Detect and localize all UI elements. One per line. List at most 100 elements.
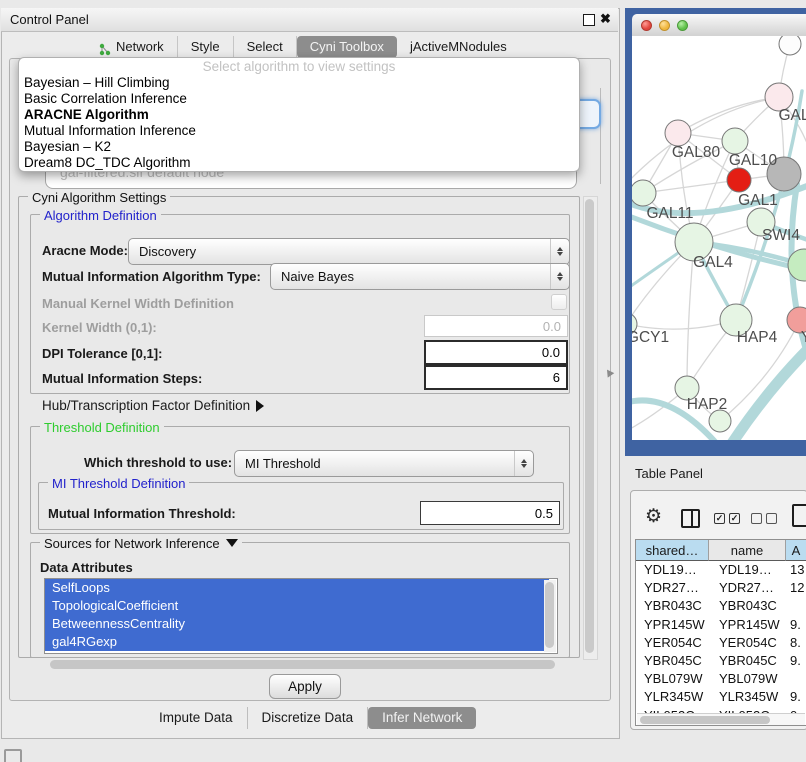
table-cell: YBR043C xyxy=(636,597,717,615)
manual-kernel-width-label: Manual Kernel Width Definition xyxy=(42,296,234,311)
table-cell: 9. xyxy=(786,616,806,634)
attribute-item-topologicalcoefficient[interactable]: TopologicalCoefficient xyxy=(45,597,549,615)
apply-button[interactable]: Apply xyxy=(269,674,341,699)
network-edge xyxy=(678,97,779,133)
table-row[interactable]: YER054CYER054C8. xyxy=(636,634,806,652)
node-label-hap2: HAP2 xyxy=(687,396,728,413)
aracne-mode-label: Aracne Mode: xyxy=(42,243,128,258)
attribute-item-gal4rgexp[interactable]: gal4RGexp xyxy=(45,633,549,651)
panel-grip-icon[interactable] xyxy=(4,749,22,762)
network-node-gal80[interactable] xyxy=(665,120,691,146)
zoom-window-icon[interactable] xyxy=(677,20,688,31)
mi-steps-label: Mutual Information Steps: xyxy=(42,371,202,386)
table-row[interactable]: YBL079WYBL079W xyxy=(636,670,806,688)
table-cell: 12 xyxy=(786,579,806,597)
algorithm-option-aracne-algorithm[interactable]: ARACNE Algorithm xyxy=(20,107,580,123)
table-settings-gear-icon[interactable]: ⚙ xyxy=(645,505,662,528)
mi-threshold-label: Mutual Information Threshold: xyxy=(48,506,236,521)
node-label-y: Y xyxy=(801,329,806,346)
which-threshold-combo[interactable]: MI Threshold xyxy=(234,450,534,477)
tab-style[interactable]: Style xyxy=(178,36,234,58)
table-cell: YLR345W xyxy=(709,688,796,706)
cyni-bottom-tabs: Impute DataDiscretize DataInfer Network xyxy=(145,707,476,729)
network-edge xyxy=(632,97,779,186)
algorithm-option-bayesian-k2[interactable]: Bayesian – K2 xyxy=(20,139,580,155)
column-header-name[interactable]: name xyxy=(709,540,786,561)
node-label-gal: GAL xyxy=(778,107,806,124)
network-icon xyxy=(99,41,111,54)
aracne-mode-combo[interactable]: Discovery xyxy=(128,238,570,265)
algorithm-dropdown-popup: Select algorithm to view settings Bayesi… xyxy=(18,57,580,172)
which-threshold-value: MI Threshold xyxy=(235,456,514,471)
control-panel-tabs: Network Style Select Cyni ToolboxjActiveMNo… xyxy=(86,36,520,58)
mi-threshold-field[interactable] xyxy=(420,501,560,525)
mi-threshold-group-title: MI Threshold Definition xyxy=(48,476,189,491)
bottom-tab-discretize-data[interactable]: Discretize Data xyxy=(248,707,369,729)
sources-group-title[interactable]: Sources for Network Inference xyxy=(40,536,242,551)
mi-algorithm-type-combo[interactable]: Naive Bayes xyxy=(270,263,570,290)
tab-jactivemnodules[interactable]: jActiveMNodules xyxy=(397,36,520,58)
split-panel-icon[interactable] xyxy=(681,509,700,528)
tab-select[interactable]: Select xyxy=(234,36,297,58)
float-window-icon[interactable] xyxy=(583,14,595,26)
algorithm-option-bayesian-hill-climbing[interactable]: Bayesian – Hill Climbing xyxy=(20,75,580,91)
mi-algorithm-type-label: Mutual Information Algorithm Type: xyxy=(42,269,261,284)
combo-stepper-icon xyxy=(514,451,533,476)
table-cell: YDL19… xyxy=(709,561,796,579)
table-row[interactable]: YDR27…YDR27…12 xyxy=(636,579,806,597)
threshold-definition-title: Threshold Definition xyxy=(40,420,164,435)
table-horizontal-scrollbar[interactable] xyxy=(637,713,805,725)
attribute-item-selfloops[interactable]: SelfLoops xyxy=(45,579,549,597)
attribute-item-betweennesscentrality[interactable]: BetweennessCentrality xyxy=(45,615,549,633)
node-table: shared…nameA YDL19…YDL19…13YDR27…YDR27…1… xyxy=(635,539,806,726)
minimize-window-icon[interactable] xyxy=(659,20,670,31)
network-node[interactable] xyxy=(779,36,801,55)
mi-steps-field[interactable] xyxy=(424,365,568,390)
node-label-swi4: SWI4 xyxy=(762,227,800,244)
bottom-tab-infer-network[interactable]: Infer Network xyxy=(368,707,476,729)
tab-cyni-toolbox[interactable]: Cyni Toolbox xyxy=(297,36,397,58)
table-row[interactable]: YPR145WYPR145W9. xyxy=(636,616,806,634)
aracne-mode-value: Discovery xyxy=(129,244,550,259)
table-row[interactable]: YDL19…YDL19…13 xyxy=(636,561,806,579)
network-node-gal11[interactable] xyxy=(632,180,656,206)
network-node-gal1[interactable] xyxy=(727,168,751,192)
network-edge xyxy=(643,180,739,193)
bottom-tab-impute-data[interactable]: Impute Data xyxy=(145,707,248,729)
hub-definition-label: Hub/Transcription Factor Definition xyxy=(42,398,250,413)
table-panel-title: Table Panel xyxy=(635,466,703,481)
select-all-icon[interactable]: ✓✓ xyxy=(714,513,740,524)
list-vertical-scrollbar[interactable] xyxy=(544,580,556,652)
tab-label: Select xyxy=(247,36,283,58)
mi-algorithm-type-value: Naive Bayes xyxy=(271,269,550,284)
tab-network[interactable]: Network xyxy=(86,36,178,58)
sources-group-label: Sources for Network Inference xyxy=(44,536,220,551)
network-node-gal10[interactable] xyxy=(722,128,748,154)
table-cell: YPR145W xyxy=(636,616,717,634)
column-header-shared-[interactable]: shared… xyxy=(636,540,709,561)
table-cell: 9. xyxy=(786,688,806,706)
algorithm-option-mutual-information-inference[interactable]: Mutual Information Inference xyxy=(20,123,580,139)
network-canvas[interactable]: GALGAL80GAL10GAL1GAL11SWI4GAL4GCY1HAP4YH… xyxy=(632,36,806,440)
tab-label: Style xyxy=(191,36,220,58)
settings-vertical-scrollbar[interactable] xyxy=(583,196,598,660)
algorithm-option-dream8-dc-tdc-algorithm[interactable]: Dream8 DC_TDC Algorithm xyxy=(20,155,580,171)
network-node[interactable] xyxy=(709,410,731,432)
algorithm-dropdown-prompt: Select algorithm to view settings xyxy=(19,59,579,75)
horizontal-scrollbar[interactable] xyxy=(50,660,555,669)
close-window-icon[interactable] xyxy=(641,20,652,31)
deselect-all-icon[interactable] xyxy=(751,513,777,524)
algorithm-option-basic-correlation-inference[interactable]: Basic Correlation Inference xyxy=(20,91,580,107)
algorithm-definition-title: Algorithm Definition xyxy=(40,208,161,223)
table-row[interactable]: YBR045CYBR045C9. xyxy=(636,652,806,670)
column-header-a[interactable]: A xyxy=(786,540,806,561)
hub-definition-toggle[interactable]: Hub/Transcription Factor Definition xyxy=(42,398,264,413)
table-cell: 9. xyxy=(786,652,806,670)
dpi-tolerance-field[interactable] xyxy=(424,340,568,365)
table-row[interactable]: YLR345WYLR345W9. xyxy=(636,688,806,706)
manual-kernel-width-checkbox xyxy=(551,294,567,310)
export-table-icon[interactable] xyxy=(792,504,806,527)
table-row[interactable]: YBR043CYBR043C xyxy=(636,597,806,615)
table-cell: YDL19… xyxy=(636,561,717,579)
close-icon[interactable]: ✖ xyxy=(600,11,611,27)
